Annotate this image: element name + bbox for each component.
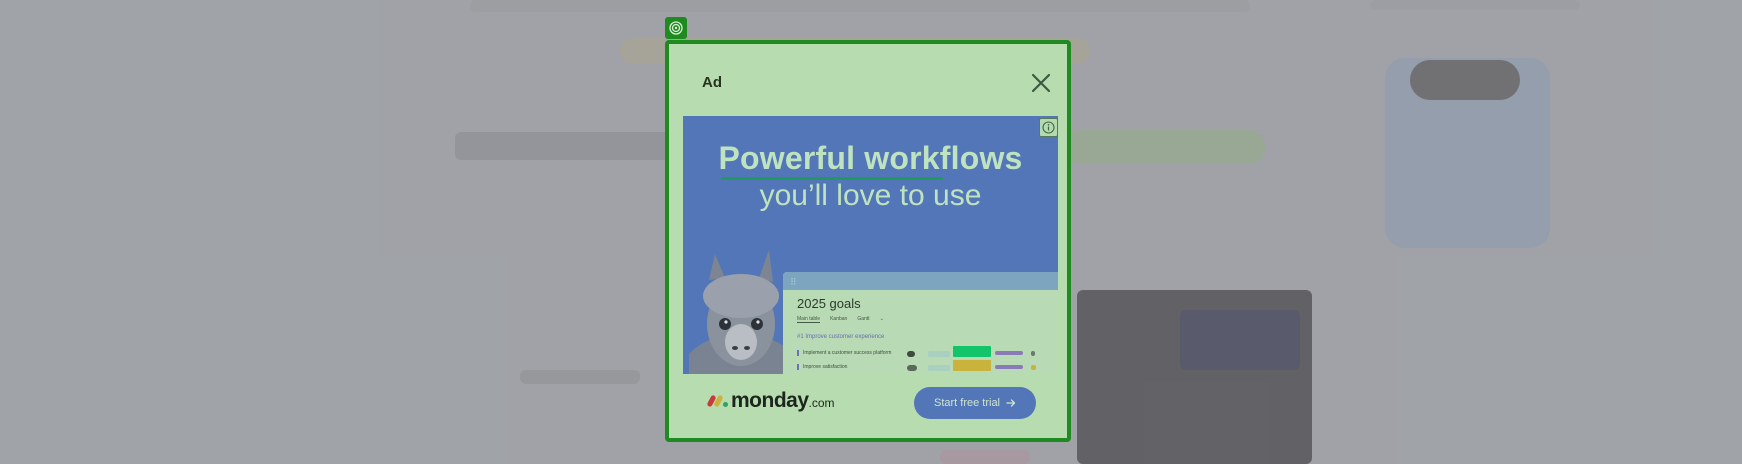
brand-suffix: .com <box>808 396 835 410</box>
monday-logo[interactable]: monday .com <box>706 389 835 413</box>
board-tabs: Main table Kanban Gantt ⌄ <box>797 316 884 323</box>
person-avatar <box>907 351 915 357</box>
board-group-title: #1 Improve customer experience <box>797 334 885 340</box>
board-title: 2025 goals <box>797 296 861 311</box>
ad-creative[interactable]: Powerful workflows you’ll love to use ⠿ … <box>683 116 1058 374</box>
start-free-trial-button[interactable]: Start free trial <box>914 387 1036 419</box>
board-preview: ⠿ 2025 goals Main table Kanban Gantt ⌄ #… <box>783 272 1058 374</box>
board-tab-kanban: Kanban <box>830 316 848 322</box>
ad-label: Ad <box>702 74 722 91</box>
status-cell-done <box>953 346 991 357</box>
status-cell <box>928 365 950 371</box>
person-avatar <box>907 365 917 371</box>
apps-grid-icon: ⠿ <box>790 277 797 287</box>
monday-mark-icon <box>706 393 728 408</box>
info-icon[interactable] <box>1039 118 1058 137</box>
flag-icon <box>1031 365 1036 370</box>
board-row: Improve satisfaction <box>797 364 847 370</box>
close-icon[interactable] <box>1029 71 1053 95</box>
board-tab-gantt: Gantt <box>857 316 870 322</box>
status-cell-working <box>953 360 991 371</box>
ad-headline-light: you’ll love to use <box>759 179 982 212</box>
board-tab-more: ⌄ <box>879 316 884 322</box>
brand-name: monday <box>731 389 809 412</box>
arrow-right-icon <box>1006 399 1016 407</box>
ad-modal: Ad Powerful workflows you’ll love to use <box>665 40 1071 442</box>
progress-bar <box>995 351 1023 355</box>
flag-icon <box>1031 351 1035 356</box>
progress-bar <box>995 365 1023 369</box>
adchoices-icon[interactable] <box>665 17 687 39</box>
board-row: Implement a customer success platform <box>797 350 891 356</box>
ad-headline-bold: Powerful workflows <box>718 140 1023 176</box>
status-cell <box>928 351 950 357</box>
cta-label: Start free trial <box>933 397 1001 409</box>
board-tab-main-table: Main table <box>797 316 821 323</box>
board-window-bar: ⠿ <box>783 272 1058 290</box>
